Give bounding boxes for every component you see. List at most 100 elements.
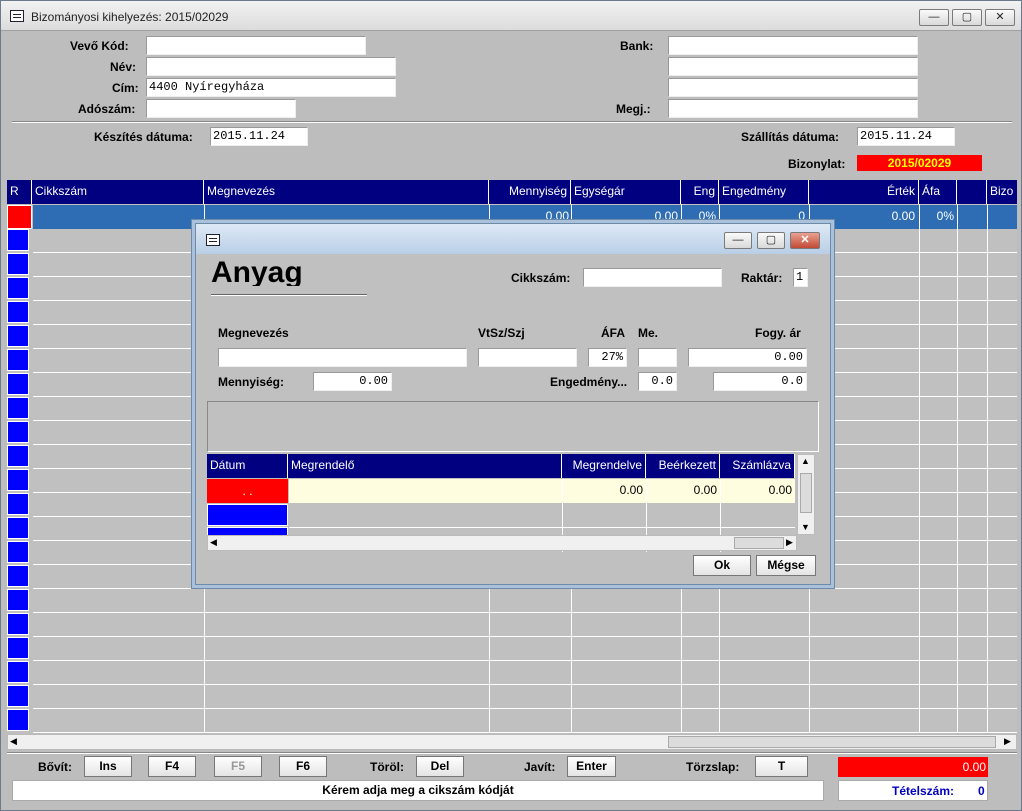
sub-row-datum[interactable]: . .	[207, 479, 288, 503]
row-marker[interactable]	[7, 421, 29, 443]
bank-input[interactable]	[668, 36, 918, 55]
row-marker[interactable]	[7, 301, 29, 323]
cikkszam-input[interactable]	[583, 268, 722, 287]
sub-col-datum[interactable]: Dátum	[207, 454, 288, 478]
col-header-bizo[interactable]: Bizo	[987, 180, 1017, 204]
row-marker[interactable]	[7, 229, 29, 251]
col-header-cikkszam[interactable]: Cikkszám	[32, 180, 204, 204]
table-row	[33, 636, 1017, 637]
t-button[interactable]: T	[755, 756, 808, 777]
col-header-megnevezes[interactable]: Megnevezés	[204, 180, 489, 204]
row-marker[interactable]	[7, 277, 29, 299]
col-header-afa[interactable]: Áfa	[919, 180, 957, 204]
scroll-left-icon[interactable]: ◀	[10, 736, 17, 747]
row-marker[interactable]	[7, 349, 29, 371]
col-header-eng[interactable]: Eng	[681, 180, 719, 204]
enter-button[interactable]: Enter	[567, 756, 616, 777]
engedmeny-input[interactable]: 0.0	[638, 372, 677, 391]
table-row	[33, 684, 1017, 685]
maximize-button[interactable]: ▢	[952, 9, 982, 26]
vevo-kod-input[interactable]	[146, 36, 366, 55]
sub-col-megrendelo[interactable]: Megrendelő	[288, 454, 562, 478]
megj-input[interactable]	[668, 99, 918, 118]
vtsz-input[interactable]	[478, 348, 577, 367]
sub-vertical-scrollbar[interactable]: ▲ ▼	[797, 454, 815, 535]
minimize-button[interactable]: —	[919, 9, 949, 26]
scroll-up-icon[interactable]: ▲	[801, 456, 810, 466]
engedmeny-value-input[interactable]: 0.0	[713, 372, 807, 391]
dialog-close-button[interactable]: ✕	[790, 232, 820, 249]
col-header-ertek[interactable]: Érték	[809, 180, 919, 204]
title-bar: Bizományosi kihelyezés: 2015/02029 — ▢ ✕	[1, 1, 1021, 31]
col-header-r[interactable]: R	[7, 180, 32, 204]
dialog-maximize-button[interactable]: ▢	[757, 232, 785, 249]
row-marker-current[interactable]	[7, 205, 32, 229]
col-header-engedmeny[interactable]: Engedmény	[719, 180, 809, 204]
sub-hscroll-thumb[interactable]	[734, 537, 784, 549]
f6-button[interactable]: F6	[279, 756, 327, 777]
row-marker[interactable]	[7, 517, 29, 539]
scroll-right-icon[interactable]: ▶	[1004, 736, 1011, 747]
megnevezes-input[interactable]	[218, 348, 467, 367]
col-header-mennyiseg[interactable]: Mennyiség	[489, 180, 571, 204]
row-marker[interactable]	[7, 637, 29, 659]
raktar-input[interactable]: 1	[793, 268, 808, 287]
row-marker[interactable]	[7, 565, 29, 587]
nev-input[interactable]	[146, 57, 396, 76]
mennyiseg-input[interactable]: 0.00	[313, 372, 392, 391]
row-marker[interactable]	[7, 613, 29, 635]
sub-col-megrendelve[interactable]: Megrendelve	[562, 454, 646, 478]
szallitas-datum-input[interactable]: 2015.11.24	[857, 127, 955, 146]
sub-cell-megrendelve: 0.00	[619, 483, 643, 497]
me-input[interactable]	[638, 348, 677, 367]
keszites-datum-input[interactable]: 2015.11.24	[210, 127, 308, 146]
row-marker[interactable]	[7, 397, 29, 419]
sub-scroll-left-icon[interactable]: ◀	[210, 537, 217, 548]
bank-input-3[interactable]	[668, 78, 918, 97]
bizonylat-value: 2015/02029	[857, 155, 982, 171]
scroll-thumb[interactable]	[668, 736, 996, 748]
row-marker[interactable]	[7, 253, 29, 275]
scroll-down-icon[interactable]: ▼	[801, 522, 810, 532]
row-marker[interactable]	[7, 709, 29, 731]
fogy-ar-input[interactable]: 0.00	[688, 348, 807, 367]
sub-horizontal-scrollbar[interactable]: ◀ ▶	[207, 535, 797, 551]
row-marker[interactable]	[7, 373, 29, 395]
del-button[interactable]: Del	[416, 756, 464, 777]
javit-label: Javít:	[524, 760, 556, 774]
sub-col-beerkezett[interactable]: Beérkezett	[646, 454, 720, 478]
torzslap-label: Törzslap:	[686, 760, 740, 774]
cim-input[interactable]: 4400 Nyíregyháza	[146, 78, 396, 97]
afa-label: ÁFA	[601, 326, 625, 340]
sub-col-szamlazva[interactable]: Számlázva	[720, 454, 795, 478]
horizontal-scrollbar[interactable]: ◀ ▶	[7, 734, 1017, 750]
col-header-blank[interactable]	[957, 180, 987, 204]
dialog-minimize-button[interactable]: —	[724, 232, 752, 249]
ok-button[interactable]: Ok	[693, 555, 751, 576]
megse-button[interactable]: Mégse	[756, 555, 816, 576]
col-header-egysegar[interactable]: Egységár	[571, 180, 681, 204]
footer-divider	[7, 752, 1017, 754]
column-divider	[919, 204, 920, 733]
row-marker[interactable]	[7, 445, 29, 467]
row-marker[interactable]	[7, 493, 29, 515]
cell-eng: 0%	[698, 209, 716, 223]
adoszam-input[interactable]	[146, 99, 296, 118]
row-marker[interactable]	[7, 541, 29, 563]
sub-scroll-thumb[interactable]	[800, 473, 812, 513]
row-marker[interactable]	[7, 325, 29, 347]
f5-button[interactable]: F5	[214, 756, 262, 777]
bank-input-2[interactable]	[668, 57, 918, 76]
close-button[interactable]: ✕	[985, 9, 1015, 26]
row-marker[interactable]	[7, 469, 29, 491]
f4-button[interactable]: F4	[148, 756, 196, 777]
row-marker[interactable]	[7, 685, 29, 707]
row-marker[interactable]	[7, 589, 29, 611]
row-marker[interactable]	[7, 661, 29, 683]
column-divider	[957, 204, 958, 733]
sub-row-marker[interactable]	[207, 504, 288, 526]
sub-scroll-right-icon[interactable]: ▶	[786, 537, 793, 548]
afa-input[interactable]: 27%	[588, 348, 627, 367]
sub-cell-szamlazva: 0.00	[768, 483, 792, 497]
ins-button[interactable]: Ins	[84, 756, 132, 777]
